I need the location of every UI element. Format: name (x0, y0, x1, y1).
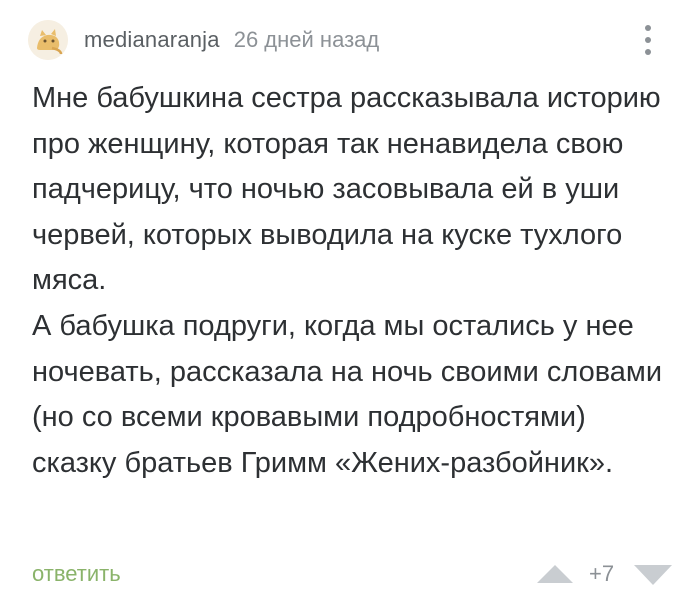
cat-avatar-icon (28, 20, 68, 60)
comment-paragraph: А бабушка подруги, когда мы остались у н… (32, 309, 663, 479)
upvote-triangle-icon[interactable] (537, 565, 573, 583)
comment-author[interactable]: medianaranja (84, 27, 220, 53)
more-options-button[interactable] (634, 20, 662, 60)
comment-body: Мне бабушкина сестра рассказывала истори… (32, 76, 672, 486)
comment-timestamp: 26 дней назад (233, 27, 380, 52)
comment-header: medianaranja 26 дней назад (28, 20, 379, 60)
comment-footer: ответить +7 (0, 555, 700, 595)
comment-rating: +7 (589, 561, 615, 586)
comment: medianaranja 26 дней назад Мне бабушкина… (0, 0, 700, 605)
avatar[interactable] (28, 20, 68, 60)
more-vertical-icon-dot (645, 37, 651, 43)
more-vertical-icon (645, 25, 651, 31)
downvote-triangle-icon[interactable] (634, 565, 672, 585)
reply-button[interactable]: ответить (32, 561, 121, 587)
more-vertical-icon-dot (645, 49, 651, 55)
comment-paragraph: Мне бабушкина сестра рассказывала истори… (32, 82, 661, 297)
